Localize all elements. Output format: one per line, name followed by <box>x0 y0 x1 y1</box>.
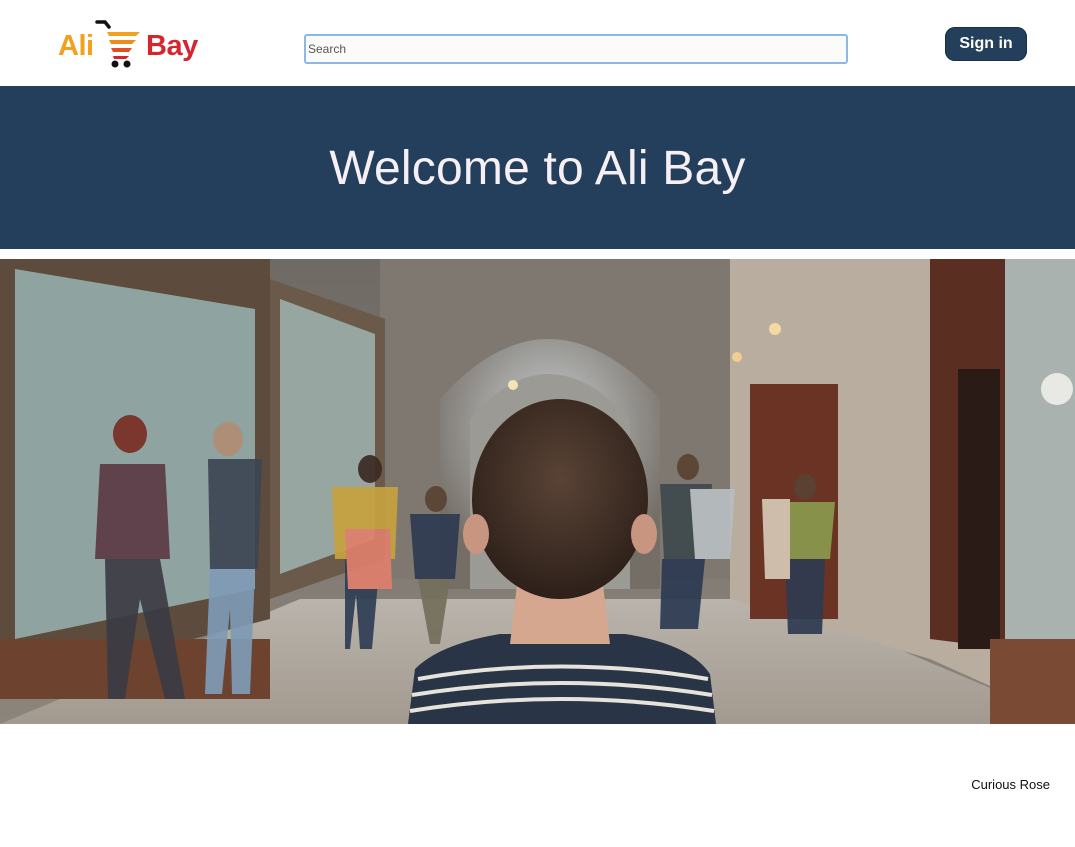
hero-image <box>0 259 1075 724</box>
site-header: Ali Bay Sign in <box>0 0 1075 86</box>
welcome-title: Welcome to Ali Bay <box>329 142 746 195</box>
logo-text-ali: Ali <box>58 30 94 62</box>
search-input[interactable] <box>304 34 848 64</box>
ali-bay-logo[interactable]: Ali Bay <box>57 19 202 71</box>
logo-text-bay: Bay <box>146 30 198 62</box>
shopping-cart-icon <box>95 20 140 68</box>
welcome-banner: Welcome to Ali Bay <box>0 86 1075 249</box>
sign-in-button[interactable]: Sign in <box>945 27 1027 61</box>
museum-hallway-photo <box>0 259 1075 724</box>
photo-credit: Curious Rose <box>971 777 1050 792</box>
